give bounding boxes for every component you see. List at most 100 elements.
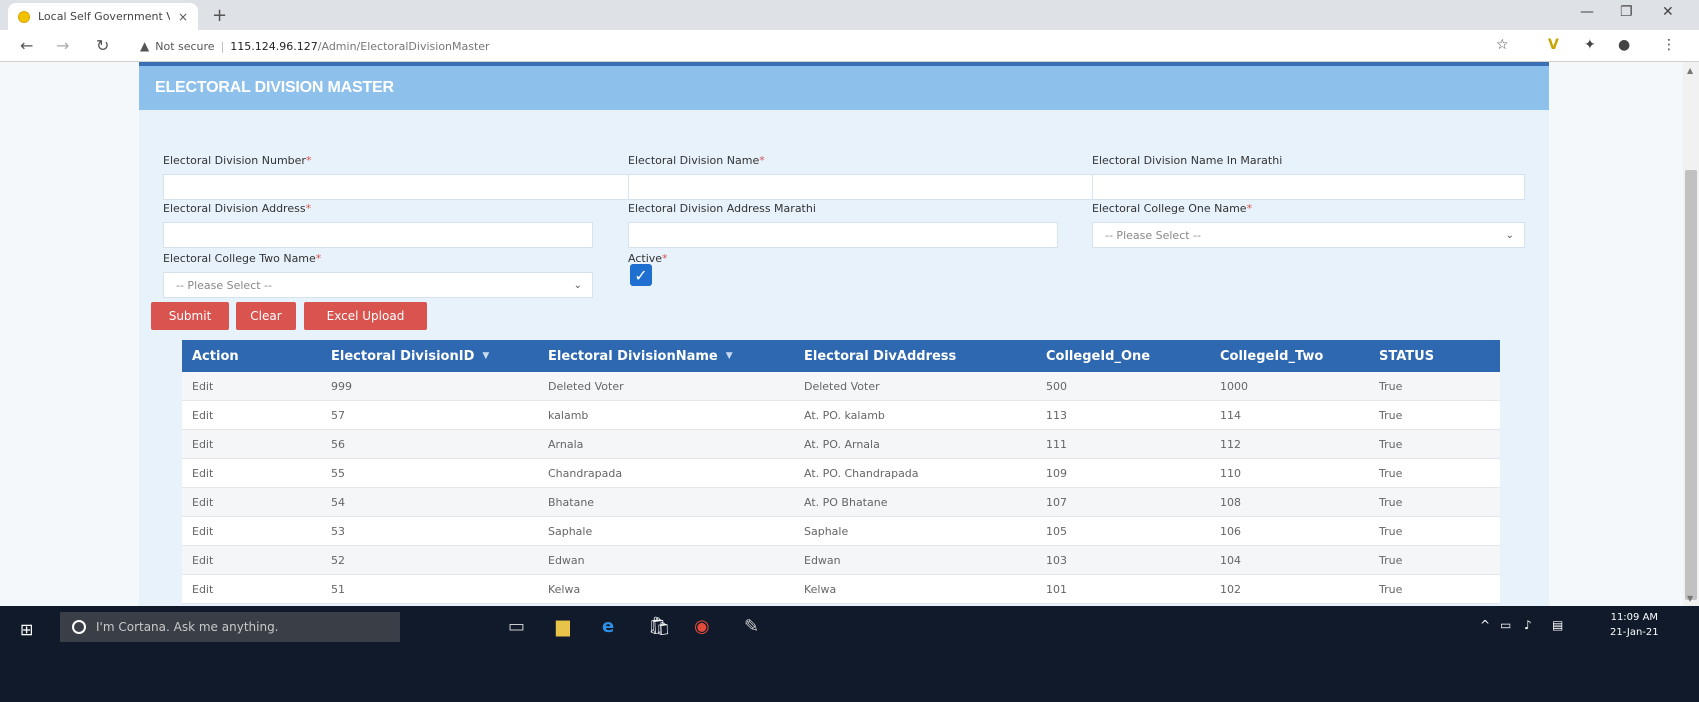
cell-college-two: 106 [1220, 524, 1241, 538]
cell-college-one: 105 [1046, 524, 1067, 538]
minimize-icon[interactable]: — [1580, 4, 1594, 20]
scrollbar-thumb[interactable] [1685, 170, 1697, 600]
paint-icon[interactable]: ✎ [744, 616, 759, 637]
cell-status: True [1379, 437, 1403, 451]
tab-title: Local Self Government Voterlist [38, 10, 170, 23]
chevron-down-icon: ⌄ [1505, 229, 1514, 241]
windows-start-icon[interactable]: ⊞ [20, 620, 33, 639]
cell-college-one: 101 [1046, 582, 1067, 596]
url-host: 115.124.96.127 [230, 39, 318, 53]
cell-division-id: 54 [331, 495, 345, 509]
bookmark-star-icon[interactable]: ☆ [1496, 37, 1509, 53]
store-icon[interactable]: 🛍 [648, 616, 671, 637]
cell-college-two: 104 [1220, 553, 1241, 567]
taskbar-clock[interactable]: 11:09 AM 21-Jan-21 [1610, 610, 1659, 640]
close-window-icon[interactable]: ✕ [1662, 4, 1674, 20]
edit-link[interactable]: Edit [182, 546, 321, 574]
cell-college-two: 114 [1220, 408, 1241, 422]
clock-time: 11:09 AM [1610, 612, 1659, 623]
division-address-marathi-input[interactable] [628, 222, 1058, 248]
extensions-puzzle-icon[interactable]: ✦ [1584, 37, 1596, 53]
task-view-icon[interactable]: ▭ [508, 616, 525, 637]
url-separator: | [220, 39, 225, 53]
clear-button[interactable]: Clear [236, 302, 296, 330]
url-path: /Admin/ElectoralDivisionMaster [317, 39, 490, 53]
table-row: Edit 999 Deleted Voter Deleted Voter 500 1000… [182, 372, 1500, 401]
forward-arrow-icon[interactable]: → [56, 36, 69, 55]
cell-division-id: 56 [331, 437, 345, 451]
cell-division-id: 55 [331, 466, 345, 480]
scroll-down-icon[interactable]: ▼ [1687, 594, 1693, 603]
back-arrow-icon[interactable]: ← [20, 36, 33, 55]
edit-link[interactable]: Edit [182, 459, 321, 487]
column-header-div-address[interactable]: Electoral DivAddress [794, 340, 1036, 372]
edit-link[interactable]: Edit [182, 430, 321, 458]
edit-link[interactable]: Edit [182, 372, 321, 400]
table-row: Edit 54 Bhatane At. PO Bhatane 107 108 True [182, 488, 1500, 517]
browser-tab-strip: Local Self Government Voterlist × + — ❐ … [0, 0, 1699, 30]
cell-div-address: Saphale [804, 524, 849, 538]
network-icon[interactable]: ▭ [1500, 618, 1511, 632]
submit-button[interactable]: Submit [151, 302, 229, 330]
college-one-selected: -- Please Select -- [1105, 228, 1201, 242]
cell-div-address: At. PO. Chandrapada [804, 466, 919, 480]
table-row: Edit 57 kalamb At. PO. kalamb 113 114 True [182, 401, 1500, 430]
browser-toolbar: ← → ↻ ▲ Not secure | 115.124.96.127/Admi… [0, 30, 1699, 62]
cell-division-name: Arnala [548, 437, 584, 451]
cell-division-id: 52 [331, 553, 345, 567]
division-name-marathi-input[interactable] [1092, 174, 1525, 200]
cortana-search-box[interactable]: I'm Cortana. Ask me anything. [60, 612, 400, 642]
active-checkbox[interactable]: ✓ [630, 264, 652, 286]
cell-division-id: 999 [331, 379, 352, 393]
clock-date: 21-Jan-21 [1610, 627, 1659, 638]
cell-status: True [1379, 495, 1403, 509]
cell-division-name: Chandrapada [548, 466, 623, 480]
edit-link[interactable]: Edit [182, 575, 321, 603]
menu-kebab-icon[interactable]: ⋮ [1662, 37, 1676, 53]
reload-icon[interactable]: ↻ [96, 36, 109, 55]
tray-chevron-icon[interactable]: ^ [1480, 618, 1490, 632]
address-bar[interactable]: ▲ Not secure | 115.124.96.127/Admin/Elec… [140, 34, 1480, 58]
file-explorer-icon[interactable]: ▆ [556, 616, 570, 637]
cell-division-id: 51 [331, 582, 345, 596]
page-scrollbar[interactable]: ▲ ▼ [1683, 62, 1699, 606]
column-header-division-name[interactable]: Electoral DivisionName ▼ [538, 340, 794, 372]
column-header-college-one[interactable]: CollegeId_One [1036, 340, 1210, 372]
edge-browser-icon[interactable]: e [602, 616, 614, 637]
column-header-status[interactable]: STATUS [1369, 340, 1500, 372]
division-name-marathi-label: Electoral Division Name In Marathi [1092, 154, 1283, 167]
edit-link[interactable]: Edit [182, 517, 321, 545]
division-address-input[interactable] [163, 222, 593, 248]
browser-tab[interactable]: Local Self Government Voterlist × [8, 3, 198, 30]
college-two-select[interactable]: -- Please Select -- ⌄ [163, 272, 593, 298]
new-tab-button[interactable]: + [212, 5, 227, 26]
cell-div-address: At. PO. Arnala [804, 437, 880, 451]
excel-upload-button[interactable]: Excel Upload [304, 302, 427, 330]
column-header-action[interactable]: Action [182, 340, 321, 372]
edit-link[interactable]: Edit [182, 401, 321, 429]
cell-status: True [1379, 466, 1403, 480]
cell-division-name: Kelwa [548, 582, 581, 596]
volume-icon[interactable]: ♪ [1524, 618, 1532, 632]
restore-icon[interactable]: ❐ [1620, 4, 1633, 20]
sort-icon[interactable]: ▼ [482, 351, 489, 361]
edit-link[interactable]: Edit [182, 488, 321, 516]
column-header-college-two[interactable]: CollegeId_Two [1210, 340, 1369, 372]
cell-division-id: 57 [331, 408, 345, 422]
scroll-up-icon[interactable]: ▲ [1687, 66, 1693, 75]
extension-v-icon[interactable]: V [1548, 37, 1559, 53]
action-center-icon[interactable]: ▤ [1552, 618, 1563, 632]
cell-div-address: At. PO Bhatane [804, 495, 888, 509]
page-title: ELECTORAL DIVISION MASTER [155, 79, 394, 96]
tab-close-icon[interactable]: × [178, 10, 188, 24]
cell-status: True [1379, 408, 1403, 422]
division-name-label: Electoral Division Name* [628, 154, 765, 167]
college-two-selected: -- Please Select -- [176, 278, 272, 292]
column-header-division-id[interactable]: Electoral DivisionID ▼ [321, 340, 538, 372]
profile-avatar-icon[interactable]: ● [1618, 37, 1630, 53]
chrome-icon[interactable]: ◉ [694, 616, 710, 637]
sort-icon[interactable]: ▼ [726, 351, 733, 361]
college-one-select[interactable]: -- Please Select -- ⌄ [1092, 222, 1525, 248]
division-address-marathi-label: Electoral Division Address Marathi [628, 202, 816, 215]
college-one-label: Electoral College One Name* [1092, 202, 1253, 215]
